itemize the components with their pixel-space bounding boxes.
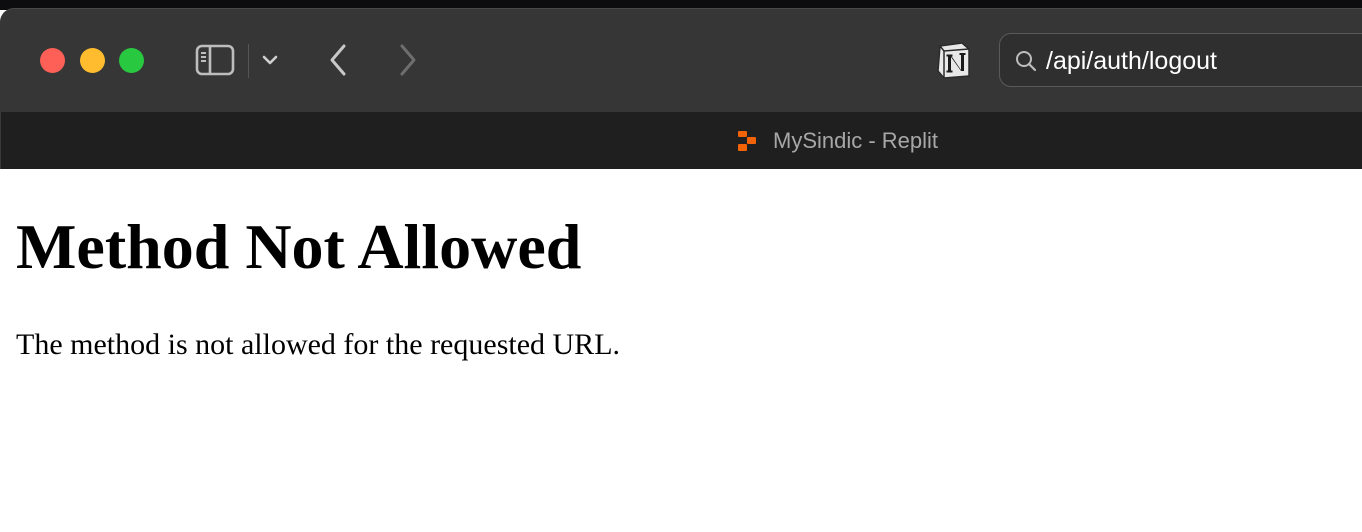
- close-window-button[interactable]: [40, 48, 65, 73]
- tab-bar: MySindic - Replit: [0, 112, 1362, 169]
- search-icon: [1016, 51, 1037, 72]
- toolbar-divider: [248, 44, 249, 78]
- address-url-text[interactable]: /api/auth/logout: [1046, 47, 1217, 75]
- chevron-down-icon: [262, 55, 278, 65]
- sidebar-icon: [195, 44, 235, 76]
- page-title: Method Not Allowed: [16, 211, 582, 282]
- tab-mysindic[interactable]: MySindic - Replit: [735, 126, 938, 156]
- notion-extension-button[interactable]: [932, 39, 976, 81]
- sidebar-toggle-button[interactable]: [194, 42, 236, 78]
- replit-icon: [738, 131, 756, 151]
- tab-title: MySindic - Replit: [773, 128, 939, 153]
- forward-button[interactable]: [392, 42, 424, 78]
- back-button[interactable]: [322, 42, 354, 78]
- chevron-right-icon: [400, 44, 416, 76]
- chevron-left-icon: [330, 44, 346, 76]
- page-content: Method Not Allowed The method is not all…: [0, 169, 1362, 532]
- error-message: The method is not allowed for the reques…: [16, 328, 621, 361]
- tab-group-menu-button[interactable]: [258, 48, 282, 72]
- notion-icon: [937, 42, 970, 79]
- browser-window: /api/auth/logout MySindic - Replit Metho…: [0, 0, 1362, 532]
- maximize-window-button[interactable]: [119, 48, 144, 73]
- address-bar[interactable]: /api/auth/logout: [999, 33, 1362, 87]
- minimize-window-button[interactable]: [80, 48, 105, 73]
